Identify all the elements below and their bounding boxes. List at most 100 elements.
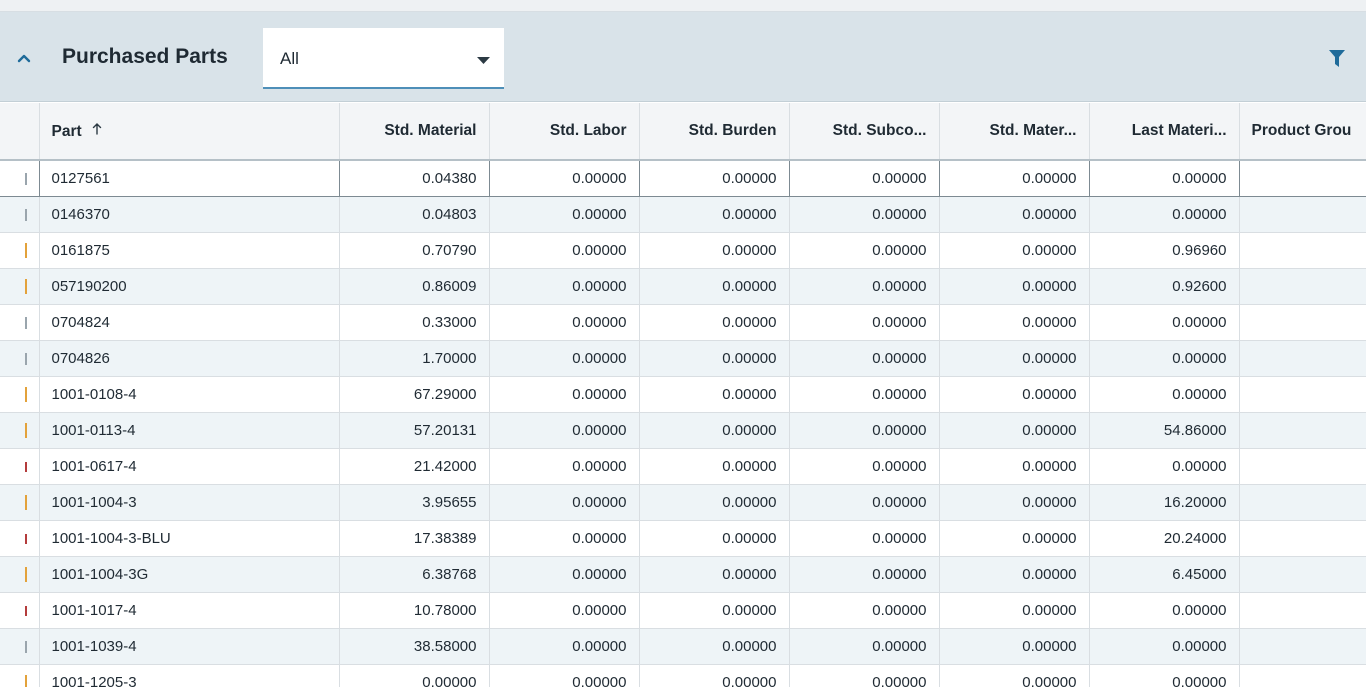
cell-std-subcontract[interactable]: 0.00000: [789, 159, 940, 197]
cell-std-labor[interactable]: 0.00000: [489, 196, 640, 233]
cell-std-material-burden[interactable]: 0.00000: [939, 592, 1090, 629]
table-row[interactable]: 0127561 0.04380 0.00000 0.00000 0.00000 0.000…: [0, 159, 1366, 197]
cell-product-group[interactable]: [1239, 412, 1366, 449]
cell-std-material-burden[interactable]: 0.00000: [939, 556, 1090, 593]
cell-std-burden[interactable]: 0.00000: [639, 159, 790, 197]
cell-std-burden[interactable]: 0.00000: [639, 376, 790, 413]
cell-product-group[interactable]: [1239, 268, 1366, 305]
cell-std-subcontract[interactable]: 0.00000: [789, 628, 940, 665]
cell-std-material-burden[interactable]: 0.00000: [939, 448, 1090, 485]
cell-product-group[interactable]: [1239, 304, 1366, 341]
cell-std-burden[interactable]: 0.00000: [639, 556, 790, 593]
table-row[interactable]: 1001-1004-3 3.95655 0.00000 0.00000 0.00000 0…: [0, 484, 1366, 521]
cell-std-labor[interactable]: 0.00000: [489, 159, 640, 197]
cell-std-burden[interactable]: 0.00000: [639, 196, 790, 233]
cell-product-group[interactable]: [1239, 628, 1366, 665]
cell-std-subcontract[interactable]: 0.00000: [789, 556, 940, 593]
cell-part[interactable]: 0146370: [39, 196, 340, 233]
cell-product-group[interactable]: [1239, 520, 1366, 557]
cell-std-material-burden[interactable]: 0.00000: [939, 628, 1090, 665]
cell-std-material[interactable]: 10.78000: [339, 592, 490, 629]
cell-product-group[interactable]: [1239, 484, 1366, 521]
table-row[interactable]: 1001-1004-3-BLU 17.38389 0.00000 0.00000 0.0…: [0, 520, 1366, 557]
cell-std-subcontract[interactable]: 0.00000: [789, 448, 940, 485]
cell-std-labor[interactable]: 0.00000: [489, 340, 640, 377]
cell-std-material-burden[interactable]: 0.00000: [939, 159, 1090, 197]
cell-last-material[interactable]: 0.00000: [1089, 448, 1240, 485]
cell-std-material[interactable]: 21.42000: [339, 448, 490, 485]
table-row[interactable]: 0146370 0.04803 0.00000 0.00000 0.00000 0.000…: [0, 196, 1366, 233]
cell-std-material-burden[interactable]: 0.00000: [939, 196, 1090, 233]
cell-std-burden[interactable]: 0.00000: [639, 592, 790, 629]
cell-product-group[interactable]: [1239, 232, 1366, 269]
cell-part[interactable]: 1001-0108-4: [39, 376, 340, 413]
filter-button[interactable]: [1326, 48, 1348, 70]
cell-std-burden[interactable]: 0.00000: [639, 340, 790, 377]
cell-std-material[interactable]: 0.70790: [339, 232, 490, 269]
cell-std-material[interactable]: 17.38389: [339, 520, 490, 557]
cell-product-group[interactable]: [1239, 340, 1366, 377]
cell-std-material-burden[interactable]: 0.00000: [939, 412, 1090, 449]
cell-std-subcontract[interactable]: 0.00000: [789, 484, 940, 521]
cell-last-material[interactable]: 0.00000: [1089, 304, 1240, 341]
cell-part[interactable]: 1001-1004-3G: [39, 556, 340, 593]
cell-part[interactable]: 0127561: [39, 159, 340, 197]
cell-part[interactable]: 1001-0113-4: [39, 412, 340, 449]
cell-last-material[interactable]: 0.00000: [1089, 628, 1240, 665]
cell-product-group[interactable]: [1239, 376, 1366, 413]
column-header-std-material-burden[interactable]: Std. Mater...: [939, 103, 1090, 161]
cell-std-labor[interactable]: 0.00000: [489, 412, 640, 449]
cell-std-material-burden[interactable]: 0.00000: [939, 664, 1090, 687]
cell-std-labor[interactable]: 0.00000: [489, 628, 640, 665]
cell-std-subcontract[interactable]: 0.00000: [789, 304, 940, 341]
cell-std-subcontract[interactable]: 0.00000: [789, 340, 940, 377]
cell-last-material[interactable]: 0.96960: [1089, 232, 1240, 269]
cell-part[interactable]: 0161875: [39, 232, 340, 269]
cell-std-burden[interactable]: 0.00000: [639, 232, 790, 269]
cell-part[interactable]: 1001-1205-3: [39, 664, 340, 687]
table-row[interactable]: 1001-1017-4 10.78000 0.00000 0.00000 0.00000…: [0, 592, 1366, 629]
cell-last-material[interactable]: 16.20000: [1089, 484, 1240, 521]
cell-std-material-burden[interactable]: 0.00000: [939, 232, 1090, 269]
cell-std-material[interactable]: 1.70000: [339, 340, 490, 377]
cell-last-material[interactable]: 6.45000: [1089, 556, 1240, 593]
cell-std-subcontract[interactable]: 0.00000: [789, 268, 940, 305]
cell-std-material[interactable]: 3.95655: [339, 484, 490, 521]
cell-std-subcontract[interactable]: 0.00000: [789, 520, 940, 557]
cell-product-group[interactable]: [1239, 196, 1366, 233]
cell-std-burden[interactable]: 0.00000: [639, 448, 790, 485]
cell-last-material[interactable]: 0.00000: [1089, 592, 1240, 629]
cell-std-labor[interactable]: 0.00000: [489, 268, 640, 305]
table-row[interactable]: 1001-0108-4 67.29000 0.00000 0.00000 0.00000…: [0, 376, 1366, 413]
cell-std-subcontract[interactable]: 0.00000: [789, 664, 940, 687]
cell-std-material-burden[interactable]: 0.00000: [939, 376, 1090, 413]
column-header-last-material[interactable]: Last Materi...: [1089, 103, 1240, 161]
table-row[interactable]: 1001-1205-3 0.00000 0.00000 0.00000 0.00000 0…: [0, 664, 1366, 687]
cell-std-material[interactable]: 57.20131: [339, 412, 490, 449]
column-header-std-labor[interactable]: Std. Labor: [489, 103, 640, 161]
table-row[interactable]: 1001-0113-4 57.20131 0.00000 0.00000 0.00000…: [0, 412, 1366, 449]
cell-std-material-burden[interactable]: 0.00000: [939, 268, 1090, 305]
table-row[interactable]: 0161875 0.70790 0.00000 0.00000 0.00000 0.000…: [0, 232, 1366, 269]
cell-std-subcontract[interactable]: 0.00000: [789, 196, 940, 233]
cell-product-group[interactable]: [1239, 556, 1366, 593]
cell-last-material[interactable]: 0.00000: [1089, 376, 1240, 413]
column-header-std-material[interactable]: Std. Material: [339, 103, 490, 161]
cell-std-material[interactable]: 0.86009: [339, 268, 490, 305]
cell-last-material[interactable]: 0.92600: [1089, 268, 1240, 305]
column-header-std-burden[interactable]: Std. Burden: [639, 103, 790, 161]
table-row[interactable]: 057190200 0.86009 0.00000 0.00000 0.00000 0.0…: [0, 268, 1366, 305]
cell-product-group[interactable]: [1239, 159, 1366, 197]
cell-std-labor[interactable]: 0.00000: [489, 304, 640, 341]
cell-product-group[interactable]: [1239, 448, 1366, 485]
cell-std-burden[interactable]: 0.00000: [639, 664, 790, 687]
column-header-part[interactable]: Part: [39, 103, 340, 161]
cell-last-material[interactable]: 0.00000: [1089, 664, 1240, 687]
cell-std-subcontract[interactable]: 0.00000: [789, 412, 940, 449]
cell-std-burden[interactable]: 0.00000: [639, 628, 790, 665]
cell-part[interactable]: 1001-1004-3-BLU: [39, 520, 340, 557]
cell-std-labor[interactable]: 0.00000: [489, 592, 640, 629]
cell-last-material[interactable]: 0.00000: [1089, 196, 1240, 233]
cell-std-material[interactable]: 38.58000: [339, 628, 490, 665]
cell-part[interactable]: 1001-1039-4: [39, 628, 340, 665]
